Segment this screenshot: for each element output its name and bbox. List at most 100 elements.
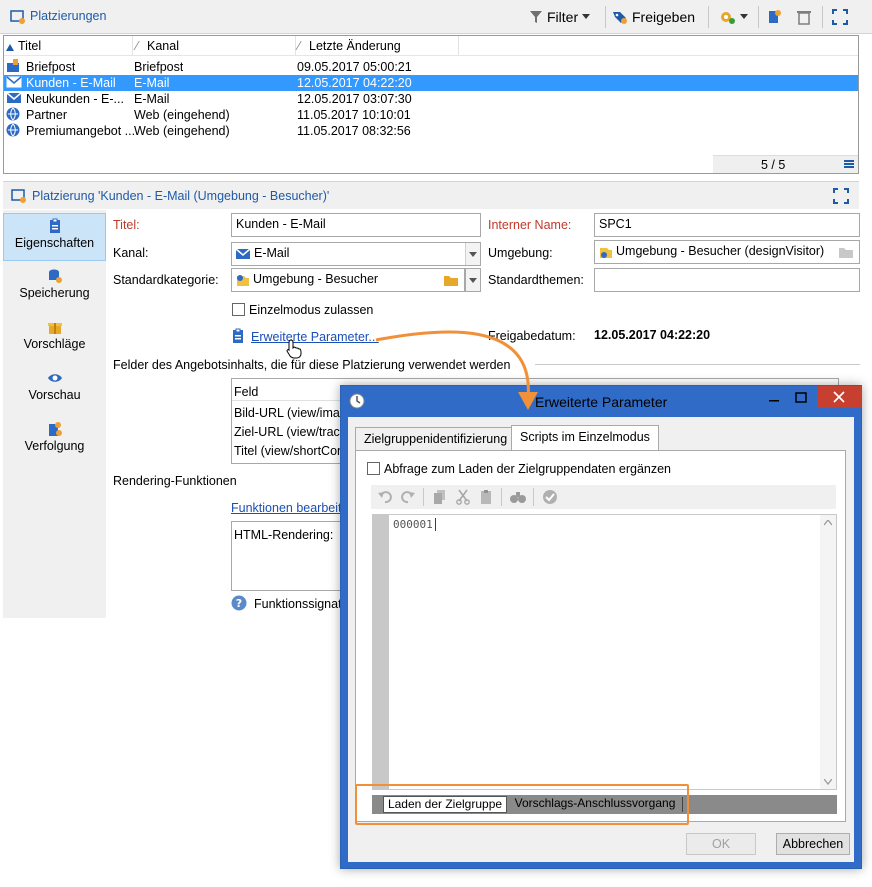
tab-zielgruppenidentifizierung[interactable]: Zielgruppenidentifizierung	[355, 427, 517, 451]
chevron-down-icon[interactable]	[465, 243, 480, 265]
category-dropdown[interactable]	[465, 268, 481, 292]
nav-item-vorschau[interactable]: Vorschau	[3, 366, 106, 414]
globe-icon	[6, 107, 22, 124]
maximize-panel-button[interactable]	[832, 7, 848, 27]
new-placement-button[interactable]	[766, 7, 782, 27]
undo-icon[interactable]	[377, 489, 393, 508]
channel-label: Kanal:	[113, 246, 149, 260]
placement-icon	[10, 9, 26, 28]
email-icon	[235, 248, 251, 259]
freigeben-button[interactable]: Freigeben	[612, 7, 695, 27]
load-data-label: Abfrage zum Laden der Zielgruppendaten e…	[384, 462, 672, 476]
nav-item-eigenschaften[interactable]: Eigenschaften	[3, 213, 106, 261]
script-editor[interactable]: 000001	[372, 514, 837, 790]
row-modified: 09.05.2017 05:00:21	[297, 60, 412, 74]
chevron-down-icon	[582, 14, 591, 19]
row-title: Neukunden - E-...	[26, 92, 124, 106]
text-cursor	[435, 518, 436, 531]
highlight-box	[355, 784, 689, 825]
themes-label: Standardthemen:	[488, 273, 584, 287]
cancel-button[interactable]: Abbrechen	[776, 833, 850, 855]
themes-field[interactable]	[594, 268, 860, 292]
letter-icon	[6, 59, 22, 76]
close-button[interactable]	[817, 386, 862, 408]
internal-name-label: Interner Name:	[488, 218, 572, 232]
cut-icon[interactable]	[455, 489, 471, 508]
freigeben-label: Freigeben	[632, 9, 696, 25]
nav-item-vorschlaege[interactable]: Vorschläge	[3, 315, 106, 363]
gear-icon	[721, 12, 735, 24]
html-rendering-box[interactable]: HTML-Rendering:	[231, 521, 351, 591]
internal-name-field[interactable]: SPC1	[594, 213, 860, 237]
list-header: Titel ⁄ Kanal ⁄ Letzte Änderung	[4, 36, 858, 56]
actions-button[interactable]	[718, 7, 748, 27]
table-row-selected[interactable]: Kunden - E-Mail E-Mail 12.05.2017 04:22:…	[4, 75, 858, 91]
nav-item-speicherung[interactable]: Speicherung	[3, 264, 106, 312]
release-tag-icon	[613, 12, 627, 24]
table-row[interactable]: Briefpost Briefpost 09.05.2017 05:00:21	[4, 59, 858, 75]
table-row[interactable]: Premiumangebot ... Web (eingehend) 11.05…	[4, 123, 858, 139]
clipboard-icon	[49, 218, 60, 233]
globe-icon	[6, 123, 22, 140]
find-icon[interactable]	[509, 489, 527, 508]
row-title: Kunden - E-Mail	[26, 76, 116, 90]
environment-field[interactable]: Umgebung - Besucher (designVisitor)	[594, 240, 860, 264]
row-title: Premiumangebot ...	[26, 124, 134, 138]
nav-label: Speicherung	[19, 286, 90, 300]
tab-scripts-einzelmodus[interactable]: Scripts im Einzelmodus	[511, 425, 659, 451]
email-icon	[6, 75, 22, 92]
table-row[interactable]: Neukunden - E-... E-Mail 12.05.2017 03:0…	[4, 91, 858, 107]
editor-toolbar	[371, 485, 836, 509]
environment-value: Umgebung - Besucher (designVisitor)	[616, 244, 825, 258]
email-icon	[6, 91, 22, 108]
delete-button[interactable]	[796, 7, 812, 27]
new-document-icon	[769, 10, 781, 23]
folder-icon[interactable]	[444, 274, 458, 289]
scroll-up-icon	[824, 520, 832, 526]
placements-list: Titel ⁄ Kanal ⁄ Letzte Änderung Briefpos…	[3, 35, 859, 174]
tab-panel: Abfrage zum Laden der Zielgruppendaten e…	[355, 450, 846, 822]
column-header-kanal[interactable]: Kanal	[147, 39, 179, 53]
load-data-checkbox[interactable]	[367, 462, 380, 475]
copy-icon[interactable]	[432, 489, 448, 508]
single-mode-checkbox[interactable]	[232, 303, 245, 316]
filter-button[interactable]: Filter	[529, 7, 591, 27]
rendering-section-title: Rendering-Funktionen	[113, 474, 237, 488]
connector-arrow	[375, 330, 538, 410]
row-channel: E-Mail	[134, 92, 170, 106]
column-header-letzte-aenderung[interactable]: Letzte Änderung	[309, 39, 401, 53]
chevron-down-icon	[740, 14, 748, 19]
table-row[interactable]: Partner Web (eingehend) 11.05.2017 10:10…	[4, 107, 858, 123]
minimize-button[interactable]	[767, 391, 781, 408]
channel-select[interactable]: E-Mail	[231, 242, 481, 266]
category-value: Umgebung - Besucher	[253, 272, 379, 286]
column-header-titel[interactable]: Titel	[18, 39, 41, 53]
list-menu-icon[interactable]	[844, 158, 854, 172]
row-modified: 11.05.2017 08:32:56	[297, 124, 411, 138]
maximize-button[interactable]	[794, 391, 808, 408]
fields-table-header: Feld	[234, 385, 259, 399]
title-label: Titel:	[113, 218, 140, 232]
row-channel: Briefpost	[134, 60, 184, 74]
folder-icon[interactable]	[839, 246, 853, 261]
html-rendering-label: HTML-Rendering:	[234, 528, 334, 542]
ok-button[interactable]: OK	[686, 833, 756, 855]
category-icon	[237, 275, 249, 286]
redo-icon[interactable]	[400, 489, 416, 508]
check-syntax-icon[interactable]	[542, 489, 558, 508]
title-field[interactable]: Kunden - E-Mail	[231, 213, 481, 237]
expand-icon	[832, 9, 848, 25]
paste-icon[interactable]	[478, 489, 494, 508]
detail-header: Platzierung 'Kunden - E-Mail (Umgebung -…	[3, 181, 859, 209]
database-icon	[48, 269, 62, 283]
record-count: 5 / 5	[761, 158, 786, 172]
expand-icon[interactable]	[833, 188, 849, 207]
nav-item-verfolgung[interactable]: Verfolgung	[3, 417, 106, 465]
category-field[interactable]: Umgebung - Besucher	[231, 268, 465, 292]
category-label: Standardkategorie:	[113, 273, 219, 287]
editor-scrollbar[interactable]	[820, 515, 836, 789]
chevron-down-icon[interactable]	[466, 269, 480, 291]
row-modified: 11.05.2017 10:10:01	[297, 108, 411, 122]
row-modified: 12.05.2017 04:22:20	[297, 76, 412, 90]
help-icon[interactable]: ?	[231, 595, 247, 614]
